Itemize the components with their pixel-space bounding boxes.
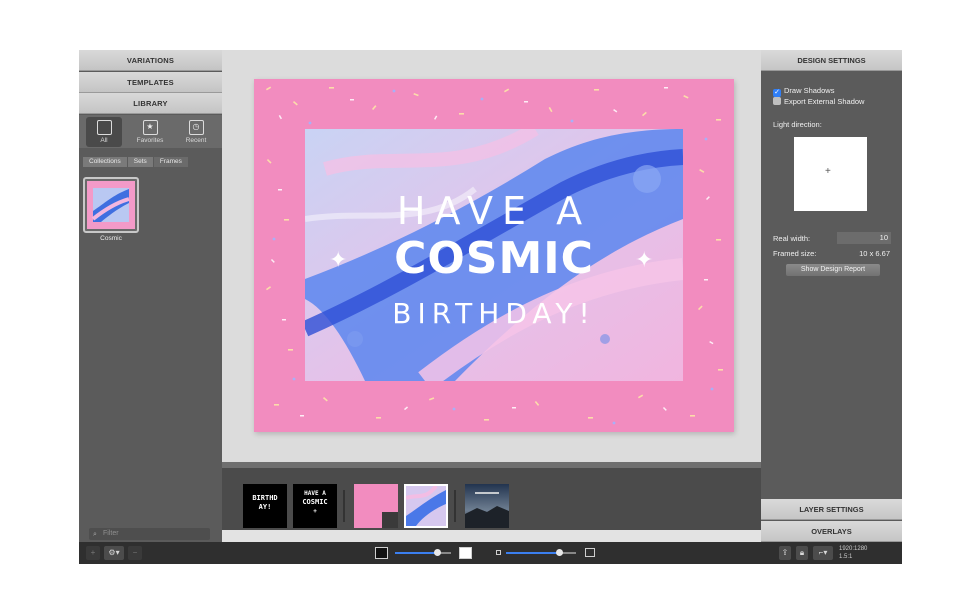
crosshair-icon: +: [825, 166, 831, 177]
strip-separator: [454, 490, 456, 522]
framed-size-label: Framed size:: [773, 249, 817, 258]
real-width-label: Real width:: [773, 234, 811, 243]
breadcrumb-collections[interactable]: Collections: [83, 157, 127, 167]
draw-shadows-checkbox[interactable]: ✓ Draw Shadows: [773, 86, 835, 97]
birthday-card[interactable]: ✦ ✦ HAVE A COSMIC BIRTHDAY!: [254, 79, 734, 432]
aspect-ratio-value: 1.5:1: [839, 554, 853, 560]
export-shadow-checkbox[interactable]: Export External Shadow: [773, 97, 864, 107]
remove-button[interactable]: −: [128, 546, 142, 560]
dark-background-icon[interactable]: [375, 547, 388, 559]
card-line-2: COSMIC: [394, 233, 594, 284]
light-direction-pad[interactable]: +: [794, 137, 867, 211]
filter-all-button[interactable]: All: [86, 117, 122, 147]
light-background-icon[interactable]: [459, 547, 472, 559]
clock-icon: ◷: [188, 120, 204, 135]
small-size-icon[interactable]: [496, 550, 501, 555]
checkmark-icon: ✓: [773, 89, 781, 97]
light-direction-label: Light direction:: [773, 120, 822, 129]
add-button[interactable]: +: [86, 546, 100, 560]
zoom-slider-knob[interactable]: [434, 549, 441, 556]
layer-settings-header[interactable]: LAYER SETTINGS: [761, 499, 902, 520]
search-icon: ⌕: [93, 531, 97, 538]
filter-input[interactable]: ⌕ Filter: [89, 528, 210, 540]
strip-thumb-1-text: BIRTHD AY!: [252, 494, 278, 511]
filter-favorites-label: Favorites: [136, 137, 164, 144]
breadcrumb-frames[interactable]: Frames: [153, 157, 188, 167]
strip-thumb-landscape[interactable]: [465, 484, 509, 528]
cosmic-thumbnail-art: [87, 181, 135, 229]
resolution-readout: 1920:1280 1.5:1: [839, 545, 867, 561]
landscape-thumb-art: [465, 484, 509, 528]
filter-recent-label: Recent: [185, 137, 207, 144]
left-panel: VARIATIONS TEMPLATES LIBRARY All ★ Favor…: [79, 50, 222, 542]
size-slider-knob[interactable]: [556, 549, 563, 556]
size-slider-fill: [506, 552, 559, 554]
zoom-slider-fill: [395, 552, 437, 554]
thumbnail-strip: BIRTHD AY! HAVE A COSMIC +: [222, 462, 761, 530]
design-settings-header[interactable]: DESIGN SETTINGS: [761, 50, 902, 71]
card-line-1: HAVE A: [396, 189, 592, 233]
export-shadow-label: Export External Shadow: [784, 97, 865, 106]
filter-placeholder: Filter: [103, 530, 119, 537]
strip-bottom-edge: [222, 530, 761, 542]
strip-thumb-cosmic-text[interactable]: HAVE A COSMIC +: [293, 484, 337, 528]
lock-icon[interactable]: 🔒︎: [796, 546, 808, 560]
strip-thumb-pink-frame[interactable]: [354, 484, 398, 528]
show-design-report-button[interactable]: Show Design Report: [786, 264, 880, 276]
library-item-cosmic[interactable]: [83, 177, 139, 233]
canvas-area[interactable]: ✦ ✦ HAVE A COSMIC BIRTHDAY!: [222, 50, 761, 462]
breadcrumb-sets[interactable]: Sets: [127, 157, 153, 167]
app-window: VARIATIONS TEMPLATES LIBRARY All ★ Favor…: [79, 50, 902, 564]
checkbox-empty-icon: [773, 97, 781, 105]
strip-thumb-2-line2: COSMIC: [302, 498, 328, 506]
card-line-3: BIRTHDAY!: [392, 297, 596, 330]
filter-favorites-button[interactable]: ★ Favorites: [132, 117, 168, 147]
share-icon[interactable]: ⇪: [779, 546, 791, 560]
real-width-input[interactable]: 10: [837, 232, 891, 244]
library-filter-bar: All ★ Favorites ◷ Recent: [79, 115, 222, 148]
library-header[interactable]: LIBRARY: [79, 93, 222, 114]
filter-all-label: All: [100, 137, 108, 144]
library-item-label: Cosmic: [100, 235, 122, 242]
strip-thumb-marble-selected[interactable]: [404, 484, 448, 528]
strip-separator: [343, 490, 345, 522]
crop-menu-icon[interactable]: ⌐▾: [813, 546, 833, 560]
variations-header[interactable]: VARIATIONS: [79, 50, 222, 71]
breadcrumb: Collections Sets Frames: [83, 157, 189, 167]
cosmic-artwork: ✦ ✦ HAVE A COSMIC BIRTHDAY!: [305, 129, 683, 381]
large-size-icon[interactable]: [585, 548, 595, 557]
strip-thumb-corner: [382, 512, 398, 528]
strip-thumb-2-sparkle: +: [313, 508, 317, 515]
square-icon: [96, 120, 112, 135]
gear-menu-button[interactable]: ⚙▾: [104, 546, 124, 560]
templates-header[interactable]: TEMPLATES: [79, 72, 222, 93]
draw-shadows-label: Draw Shadows: [784, 86, 835, 95]
framed-size-value: 10 x 6.67: [859, 249, 890, 258]
resolution-value: 1920:1280: [839, 546, 868, 552]
bottom-toolbar: + ⚙▾ − ⇪ 🔒︎ ⌐▾ 1920:1280 1.5:1: [79, 542, 902, 564]
marble-thumb-art: [406, 486, 446, 526]
strip-thumb-birthday[interactable]: BIRTHD AY!: [243, 484, 287, 528]
right-panel: DESIGN SETTINGS ✓ Draw Shadows Export Ext…: [761, 50, 902, 542]
filter-recent-button[interactable]: ◷ Recent: [178, 117, 214, 147]
overlays-header[interactable]: OVERLAYS: [761, 521, 902, 542]
strip-thumb-2-line1: HAVE A: [304, 490, 326, 497]
star-icon: ★: [142, 120, 158, 135]
